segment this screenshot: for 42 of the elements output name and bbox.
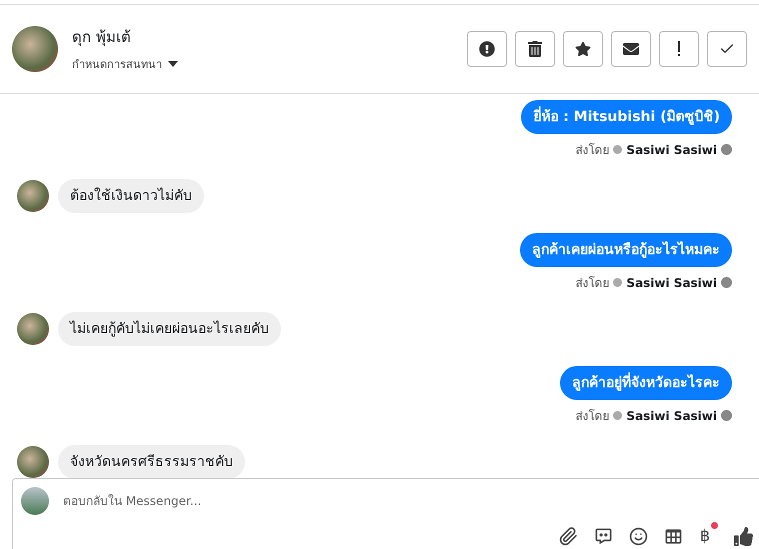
message-bubble: ลูกค้าเคยผ่อนหรือกู้อะไรไหมคะ <box>520 233 732 267</box>
avatar-photo-placeholder <box>21 487 49 515</box>
message-bubble: ไม่เคยกู้คับไม่เคยผ่อนอะไรเลยคับ <box>58 312 281 346</box>
mail-button[interactable] <box>611 31 651 67</box>
avatar-photo-placeholder <box>12 26 58 72</box>
trash-icon <box>527 41 543 57</box>
message-bubble: ต้องใช้เงินดาวไม่คับ <box>58 179 204 213</box>
avatar-photo-placeholder <box>17 446 49 478</box>
exclamation-icon <box>677 41 681 57</box>
report-button[interactable] <box>467 31 507 67</box>
help-icon[interactable] <box>721 277 732 288</box>
sent-by-label: ส่งโดย <box>575 142 610 159</box>
conversation-settings-label[interactable]: กำหนดการสนทนา <box>72 55 162 73</box>
star-icon <box>575 41 591 57</box>
sent-by-label: ส่งโดย <box>575 408 610 425</box>
notification-dot <box>711 522 718 529</box>
table-icon[interactable] <box>664 527 683 546</box>
message-bubble: ยี่ห้อ : Mitsubishi (มิตซูบิชิ) <box>521 100 732 134</box>
status-icon <box>613 278 622 287</box>
thumbs-up-icon[interactable] <box>734 527 753 546</box>
avatar-photo-placeholder <box>17 180 49 212</box>
sent-by-label: ส่งโดย <box>575 275 610 292</box>
star-button[interactable] <box>563 31 603 67</box>
paperclip-icon[interactable] <box>558 527 578 546</box>
help-icon[interactable] <box>721 410 732 421</box>
delete-button[interactable] <box>515 31 555 67</box>
help-icon[interactable] <box>721 144 732 155</box>
sender-name: Sasiwi Sasiwi <box>626 408 717 422</box>
contact-name: ดุก พุ้มเต้ <box>72 27 132 48</box>
caret-icon[interactable] <box>168 61 178 67</box>
chat-bubble-icon[interactable] <box>594 527 613 546</box>
emoji-icon[interactable] <box>628 527 648 546</box>
message-bubble: จังหวัดนครศรีธรรมราชคับ <box>58 445 245 478</box>
avatar-photo-placeholder <box>17 313 49 345</box>
sender-name: Sasiwi Sasiwi <box>626 276 717 290</box>
status-icon <box>613 411 622 420</box>
status-icon <box>613 145 622 154</box>
message-bubble: ลูกค้าอยู่ที่จังหวัดอะไรคะ <box>560 366 732 400</box>
alert-icon <box>479 41 495 57</box>
envelope-icon <box>623 41 639 57</box>
baht-icon[interactable]: ฿ <box>698 522 718 546</box>
sender-name: Sasiwi Sasiwi <box>626 142 717 156</box>
